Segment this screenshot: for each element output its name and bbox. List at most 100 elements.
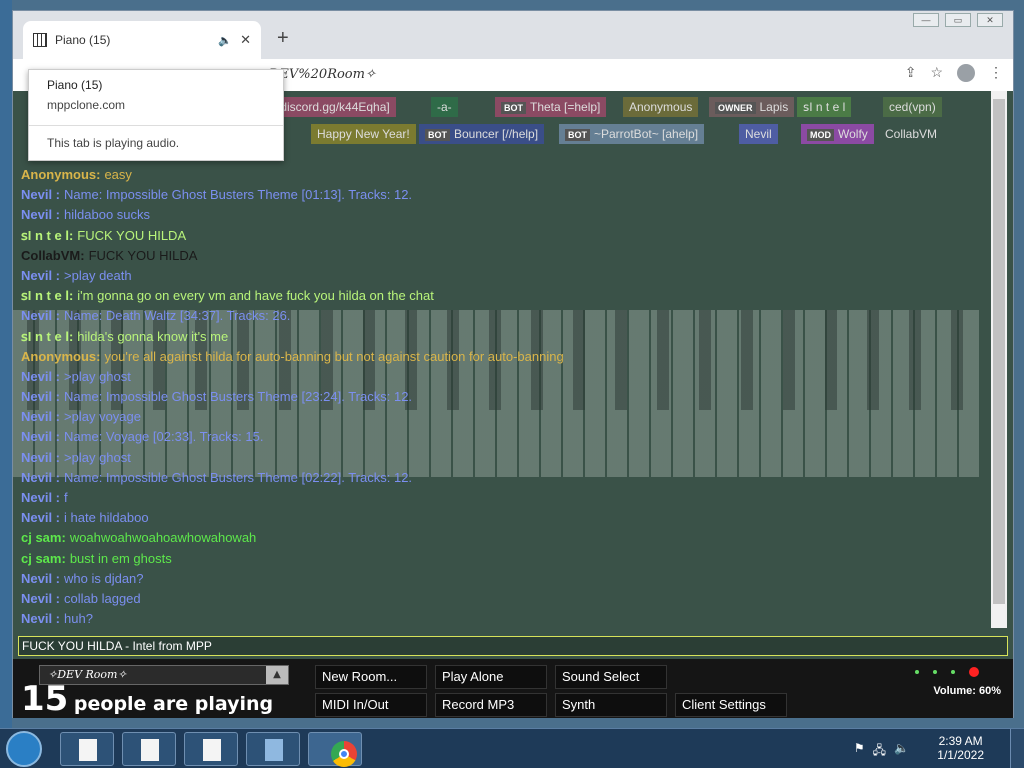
user-tag[interactable]: BOT Bouncer [//help] — [419, 124, 545, 144]
close-tab-icon[interactable]: ✕ — [240, 32, 251, 48]
chat-username: Nevil : — [21, 449, 61, 465]
mpp-page: [discord.gg/k44Eqha] -a- BOT Theta [=help] A… — [13, 91, 1013, 718]
share-icon[interactable]: ⇪ — [905, 64, 917, 82]
chat-username: Anonymous: — [21, 348, 101, 364]
chat-text: FUCK YOU HILDA — [77, 227, 187, 243]
address-bar[interactable]: DEV%20Room✧ — [263, 63, 873, 87]
chat-input[interactable]: FUCK YOU HILDA - Intel from MPP — [18, 636, 1008, 656]
chat-username: cj sam: — [21, 530, 66, 546]
new-tab-button[interactable]: + — [277, 27, 289, 50]
chat-text: huh? — [64, 611, 93, 627]
chat-message: Nevil : who is djdan? — [21, 569, 981, 589]
action-center-icon[interactable]: ⚑ — [854, 741, 865, 762]
chat-message: Nevil : >play ghost — [21, 367, 981, 387]
start-button[interactable] — [6, 731, 42, 767]
chat-message: Anonymous: you're all against hilda for a… — [21, 347, 981, 367]
chat-message: Nevil : hildaboo sucks — [21, 205, 981, 225]
chat-username: ꜱI n t e l: — [21, 227, 74, 243]
network-icon[interactable]: 🖧 — [873, 741, 886, 762]
taskbar-file-3[interactable] — [184, 732, 238, 766]
taskbar-file-1[interactable] — [60, 732, 114, 766]
user-tag[interactable]: BOT Theta [=help] — [495, 97, 607, 117]
clock[interactable]: 2:39 AM 1/1/2022 — [937, 734, 984, 762]
taskbar-chrome[interactable] — [308, 732, 362, 767]
chat-text: woahwoahwoahoawhowahowah — [69, 530, 257, 546]
user-tag-label: -a- — [437, 100, 452, 114]
taskbar-control-panel[interactable] — [246, 732, 300, 766]
chat-text: Name: Impossible Ghost Busters Theme [23… — [64, 389, 413, 405]
chat-message: Nevil : collab lagged — [21, 589, 981, 609]
bookmark-star-icon[interactable]: ☆ — [930, 64, 943, 82]
user-tag[interactable]: ꜱI n t e l — [797, 97, 852, 117]
user-tag-label: Anonymous — [629, 100, 693, 114]
chat-username: cj sam: — [21, 550, 66, 566]
chat-username: Nevil : — [21, 590, 61, 606]
volume-icon[interactable]: 🔈 — [894, 741, 909, 762]
chat-username: ꜱI n t e l: — [21, 288, 74, 304]
client-settings-button[interactable]: Client Settings — [675, 693, 787, 717]
player-count: 15 people are playing — [21, 679, 273, 718]
user-tag[interactable]: MOD Wolfy — [801, 124, 874, 144]
chat-text: Name: Death Waltz [34:37]. Tracks: 26. — [64, 308, 291, 324]
menu-kebab-icon[interactable]: ⋮ — [989, 64, 1003, 82]
close-window-button[interactable]: ✕ — [977, 13, 1003, 27]
midi-button[interactable]: MIDI In/Out — [315, 693, 427, 717]
user-tag[interactable]: ced(vpn) — [883, 97, 942, 117]
user-tag-label: ꜱI n t e l — [803, 100, 846, 114]
user-tag[interactable]: Nevil — [739, 124, 778, 144]
user-tag-label: [discord.gg/k44Eqha] — [277, 100, 390, 114]
user-tag-label: Happy New Year! — [317, 127, 410, 141]
chat-message: Nevil : Name: Voyage [02:33]. Tracks: 15. — [21, 427, 981, 447]
play-alone-button[interactable]: Play Alone — [435, 665, 547, 689]
chat-text: i'm gonna go on every vm and have fuck y… — [77, 288, 434, 304]
chat-message: Nevil : Name: Death Waltz [34:37]. Tracks… — [21, 306, 981, 326]
bottom-bar: ✧DEV Room✧ ▲ 15 people are playing New R… — [13, 659, 1013, 718]
chat-text: Name: Impossible Ghost Busters Theme [01… — [64, 187, 413, 203]
chat-message: ꜱI n t e l: hilda's gonna know it's me — [21, 327, 981, 347]
minimize-button[interactable]: — — [913, 13, 939, 27]
chat-message: cj sam: woahwoahwoahoawhowahowah — [21, 528, 981, 548]
chat-text: Name: Impossible Ghost Busters Theme [02… — [64, 469, 413, 485]
taskbar-file-2[interactable] — [122, 732, 176, 766]
chat-text: >play voyage — [64, 409, 141, 425]
chat-text: hildaboo sucks — [64, 207, 151, 223]
chat-message: Nevil : >play voyage — [21, 407, 981, 427]
volume-knob[interactable]: Volume: 60% — [933, 685, 1001, 697]
user-tag-label: Wolfy — [838, 127, 868, 141]
taskbar: ⚑ 🖧 🔈 2:39 AM 1/1/2022 — [0, 728, 1024, 768]
user-tag[interactable]: -a- — [431, 97, 458, 117]
user-tag[interactable]: [discord.gg/k44Eqha] — [271, 97, 396, 117]
user-tag[interactable]: Anonymous — [623, 97, 699, 117]
clock-time: 2:39 AM — [938, 734, 983, 748]
user-tag[interactable]: Happy New Year! — [311, 124, 416, 144]
window-controls: — ▭ ✕ — [913, 13, 1003, 27]
hover-title: Piano (15) — [47, 78, 103, 92]
speaker-icon[interactable]: 🔈 — [218, 34, 232, 47]
chat-text: bust in em ghosts — [69, 550, 172, 566]
show-desktop-button[interactable] — [1010, 729, 1024, 768]
chat-scrollbar[interactable] — [991, 91, 1007, 628]
user-tag[interactable]: CollabVM — [879, 124, 943, 144]
user-tag-label: Theta [=help] — [530, 100, 601, 114]
synth-button[interactable]: Synth — [555, 693, 667, 717]
chat-message: Nevil : Name: Impossible Ghost Busters Th… — [21, 185, 981, 205]
chat-text: Name: Voyage [02:33]. Tracks: 15. — [64, 429, 264, 445]
chat-text: >play ghost — [64, 368, 131, 384]
chat-message: cj sam: bust in em ghosts — [21, 549, 981, 569]
user-tag[interactable]: BOT ~ParrotBot~ [ahelp] — [559, 124, 705, 144]
user-role-badge: BOT — [425, 129, 450, 141]
chat-username: Nevil : — [21, 389, 61, 405]
chat-username: Nevil : — [21, 570, 61, 586]
chrome-icon — [331, 741, 357, 767]
record-mp3-button[interactable]: Record MP3 — [435, 693, 547, 717]
chat-username: Nevil : — [21, 207, 61, 223]
profile-avatar[interactable] — [957, 64, 975, 82]
maximize-button[interactable]: ▭ — [945, 13, 971, 27]
new-room-button[interactable]: New Room... — [315, 665, 427, 689]
tab-piano[interactable]: Piano (15) 🔈 ✕ — [23, 21, 261, 59]
chat-username: CollabVM: — [21, 247, 85, 263]
user-tag[interactable]: OWNER Lapis — [709, 97, 795, 117]
chat-text: who is djdan? — [64, 570, 144, 586]
sound-select-button[interactable]: Sound Select — [555, 665, 667, 689]
scrollbar-thumb[interactable] — [993, 99, 1005, 604]
